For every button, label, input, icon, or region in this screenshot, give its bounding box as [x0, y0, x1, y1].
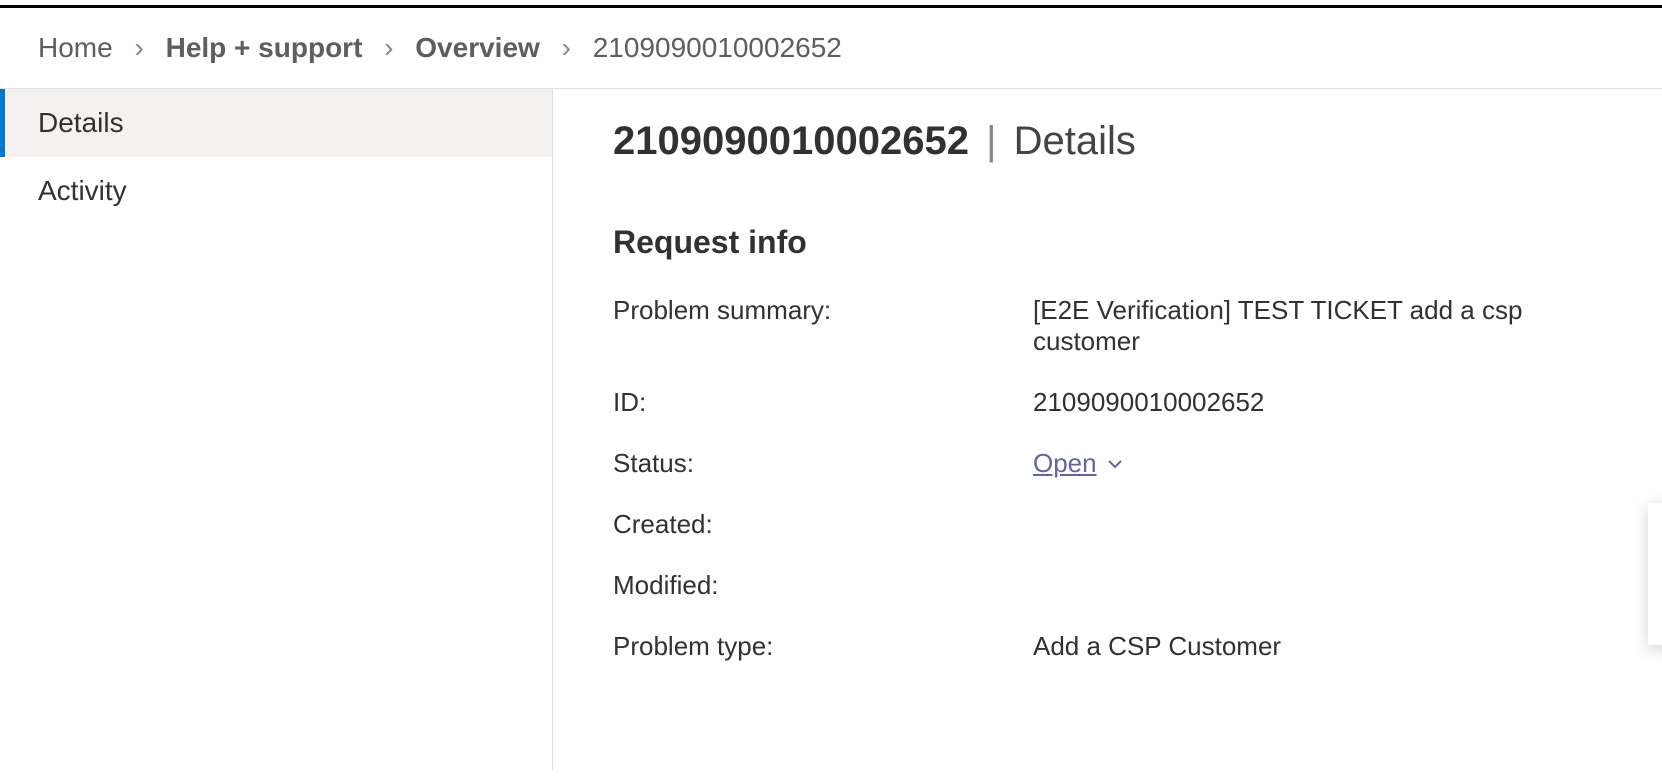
- status-option-open[interactable]: Open: [1648, 515, 1662, 574]
- breadcrumb-help-support[interactable]: Help + support: [166, 32, 363, 63]
- sidebar-item-label: Activity: [38, 175, 127, 206]
- breadcrumb-home[interactable]: Home: [38, 32, 113, 63]
- sidebar: Details Activity: [0, 89, 552, 771]
- chevron-right-icon: ›: [562, 32, 571, 63]
- status-option-closed[interactable]: Closed: [1648, 574, 1662, 633]
- sidebar-item-activity[interactable]: Activity: [0, 157, 552, 225]
- field-label: Created:: [613, 509, 1033, 540]
- chevron-right-icon: ›: [134, 32, 143, 63]
- main-content: 2109090010002652 | Details Request info …: [552, 89, 1662, 771]
- field-value: 2109090010002652: [1033, 387, 1622, 418]
- chevron-down-icon: [1105, 454, 1125, 474]
- sidebar-item-details[interactable]: Details: [0, 89, 552, 157]
- field-id: ID: 2109090010002652: [613, 387, 1622, 418]
- field-value: Add a CSP Customer: [1033, 631, 1622, 662]
- status-value-text: Open: [1033, 448, 1097, 479]
- status-dropdown-toggle[interactable]: Open: [1033, 448, 1125, 479]
- field-label: Modified:: [613, 570, 1033, 601]
- sidebar-item-label: Details: [38, 107, 124, 138]
- field-modified: Modified:: [613, 570, 1622, 601]
- breadcrumb: Home › Help + support › Overview › 21090…: [0, 8, 1662, 88]
- field-created: Created:: [613, 509, 1622, 540]
- field-problem-type: Problem type: Add a CSP Customer: [613, 631, 1622, 662]
- top-border: [0, 0, 1662, 8]
- field-label: Problem type:: [613, 631, 1033, 662]
- field-label: Status:: [613, 448, 1033, 479]
- title-id: 2109090010002652: [613, 119, 969, 163]
- title-separator: |: [986, 119, 996, 163]
- field-label: Problem summary:: [613, 295, 1033, 326]
- breadcrumb-overview[interactable]: Overview: [415, 32, 540, 63]
- field-status: Status: Open: [613, 448, 1622, 479]
- chevron-right-icon: ›: [384, 32, 393, 63]
- section-heading: Request info: [613, 224, 1622, 261]
- title-sub: Details: [1014, 119, 1136, 163]
- field-value: [E2E Verification] TEST TICKET add a csp…: [1033, 295, 1622, 357]
- breadcrumb-current: 2109090010002652: [593, 32, 842, 63]
- field-problem-summary: Problem summary: [E2E Verification] TEST…: [613, 295, 1622, 357]
- field-label: ID:: [613, 387, 1033, 418]
- status-dropdown-menu: Open Closed: [1648, 503, 1662, 645]
- page-title: 2109090010002652 | Details: [613, 119, 1622, 164]
